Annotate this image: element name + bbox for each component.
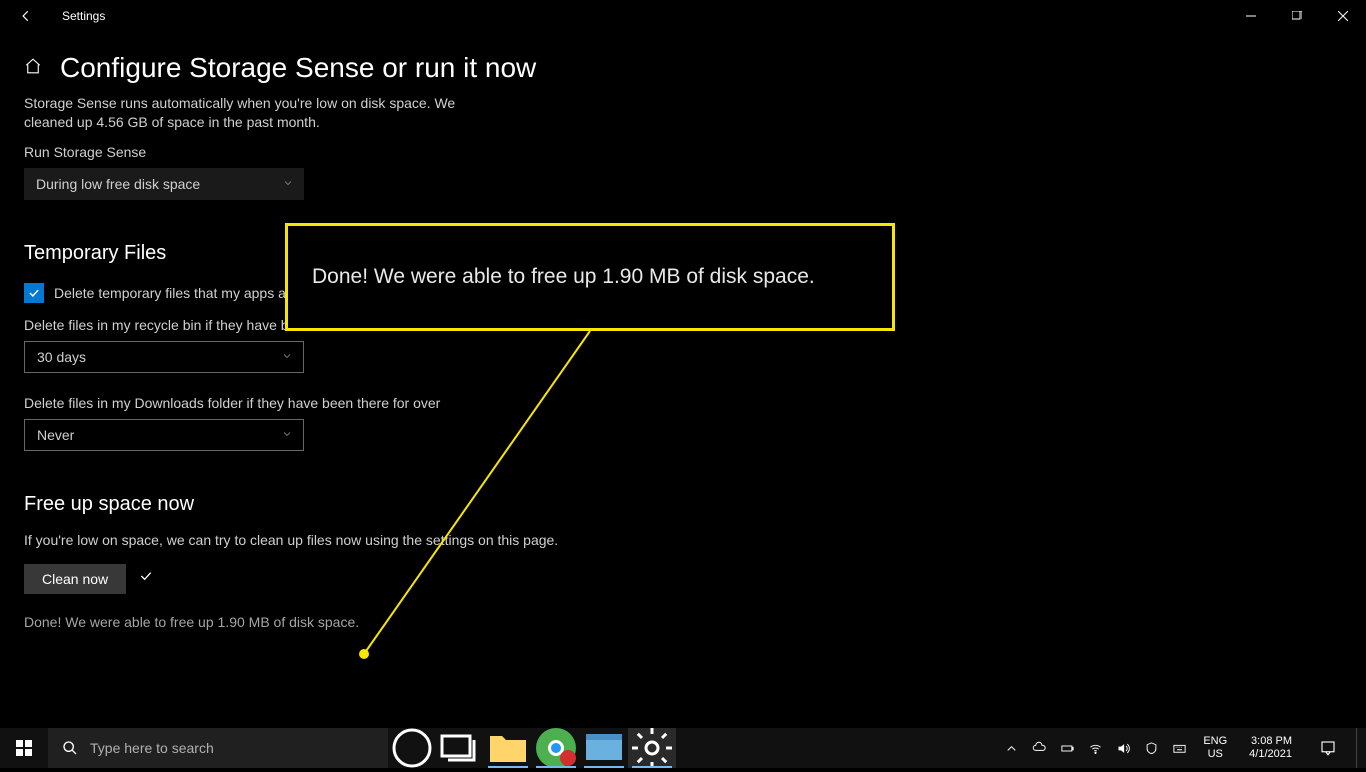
tray-security-icon[interactable]: [1141, 738, 1161, 758]
back-button[interactable]: [10, 0, 42, 32]
free-space-desc: If you're low on space, we can try to cl…: [24, 532, 1342, 548]
downloads-label: Delete files in my Downloads folder if t…: [24, 395, 1342, 411]
close-button[interactable]: [1320, 0, 1366, 32]
tray-wifi-icon[interactable]: [1085, 738, 1105, 758]
run-sense-value: During low free disk space: [36, 176, 200, 192]
callout-text: Done! We were able to free up 1.90 MB of…: [312, 265, 815, 289]
notification-center-icon[interactable]: [1308, 728, 1348, 768]
settings-icon[interactable]: [628, 728, 676, 768]
delete-temp-checkbox[interactable]: [24, 283, 44, 303]
tray-keyboard-icon[interactable]: [1169, 738, 1189, 758]
taskbar: Type here to search ENG US 3:08 PM 4/1/2…: [0, 728, 1366, 768]
clean-now-button[interactable]: Clean now: [24, 564, 126, 594]
recycle-value: 30 days: [37, 349, 86, 365]
intro-description: Storage Sense runs automatically when yo…: [24, 94, 464, 132]
home-icon[interactable]: [24, 57, 42, 80]
run-sense-dropdown[interactable]: During low free disk space: [24, 168, 304, 200]
file-explorer-icon[interactable]: [484, 728, 532, 768]
annotation-callout: Done! We were able to free up 1.90 MB of…: [285, 223, 895, 331]
search-placeholder: Type here to search: [90, 740, 214, 756]
annotation-dot: [359, 649, 369, 659]
tray-volume-icon[interactable]: [1113, 738, 1133, 758]
check-icon: [138, 568, 154, 589]
maximize-button[interactable]: [1274, 0, 1320, 32]
window-title: Settings: [62, 9, 105, 23]
downloads-value: Never: [37, 427, 74, 443]
free-space-title: Free up space now: [24, 493, 1342, 516]
start-button[interactable]: [0, 728, 48, 768]
app-icon[interactable]: [580, 728, 628, 768]
done-message: Done! We were able to free up 1.90 MB of…: [24, 614, 1342, 630]
tray-battery-icon[interactable]: [1057, 738, 1077, 758]
cortana-icon[interactable]: [388, 728, 436, 768]
taskbar-search[interactable]: Type here to search: [48, 728, 388, 768]
chrome-icon[interactable]: [532, 728, 580, 768]
search-icon: [62, 740, 78, 756]
tray-chevron-icon[interactable]: [1001, 738, 1021, 758]
clock[interactable]: 3:08 PM 4/1/2021: [1241, 735, 1300, 761]
recycle-dropdown[interactable]: 30 days: [24, 341, 304, 373]
minimize-button[interactable]: [1228, 0, 1274, 32]
task-view-icon[interactable]: [436, 728, 484, 768]
chevron-down-icon: [281, 427, 293, 443]
chevron-down-icon: [281, 349, 293, 365]
language-indicator[interactable]: ENG US: [1197, 735, 1233, 761]
tray-onedrive-icon[interactable]: [1029, 738, 1049, 758]
show-desktop-button[interactable]: [1356, 728, 1362, 768]
page-title: Configure Storage Sense or run it now: [60, 52, 536, 84]
downloads-dropdown[interactable]: Never: [24, 419, 304, 451]
run-sense-label: Run Storage Sense: [24, 144, 1342, 160]
chevron-down-icon: [282, 176, 294, 192]
